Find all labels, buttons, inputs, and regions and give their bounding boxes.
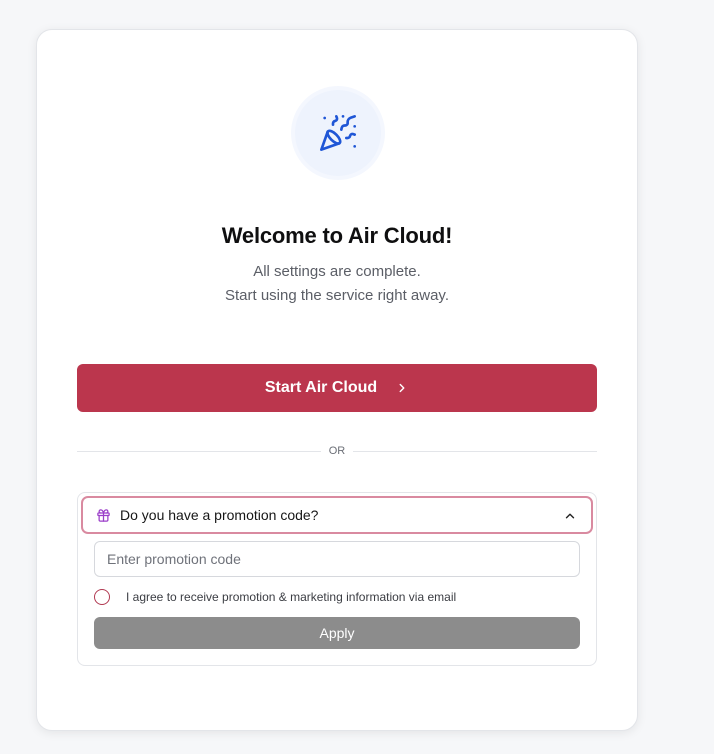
marketing-consent-checkbox[interactable] — [94, 589, 110, 605]
gift-icon — [96, 508, 111, 523]
promotion-code-input[interactable] — [94, 541, 580, 577]
chevron-up-icon[interactable] — [563, 509, 577, 523]
promotion-section: Do you have a promotion code? I agree to… — [77, 492, 597, 666]
party-popper-icon — [295, 90, 381, 176]
chevron-right-icon — [395, 381, 409, 395]
promotion-code-toggle[interactable]: Do you have a promotion code? — [81, 496, 593, 534]
start-button-label: Start Air Cloud — [264, 379, 378, 396]
or-divider-label: OR — [321, 443, 353, 459]
welcome-subtitle-line1: All settings are complete. — [253, 263, 421, 280]
marketing-consent-label[interactable]: I agree to receive promotion & marketing… — [126, 590, 456, 604]
marketing-consent-row: I agree to receive promotion & marketing… — [94, 589, 456, 605]
start-air-cloud-button[interactable]: Start Air Cloud — [77, 364, 597, 412]
welcome-title: Welcome to Air Cloud! — [221, 223, 453, 248]
promotion-code-question: Do you have a promotion code? — [120, 507, 319, 523]
apply-button[interactable]: Apply — [94, 617, 580, 649]
welcome-subtitle-line2: Start using the service right away. — [225, 287, 449, 304]
welcome-card: Welcome to Air Cloud! All settings are c… — [36, 29, 638, 731]
